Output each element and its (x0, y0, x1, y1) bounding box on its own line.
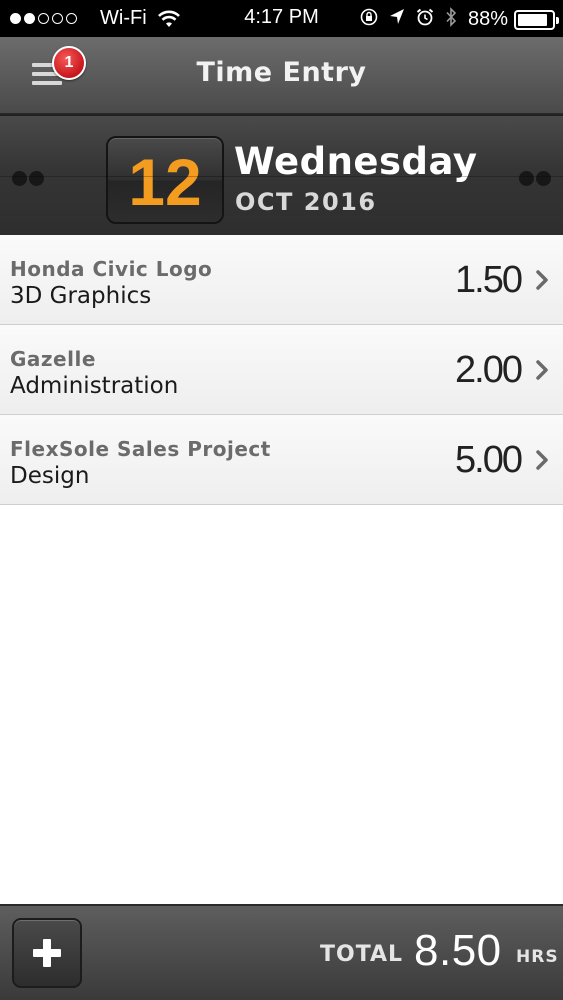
battery-fill (518, 13, 548, 26)
pager-dot (12, 171, 27, 186)
time-entry-list: Honda Civic Logo 3D Graphics 1.50 Gazell… (0, 235, 563, 505)
pager-dot (536, 171, 551, 186)
entry-project: Gazelle (10, 347, 96, 371)
total-hours-value: 8.50 (414, 926, 502, 975)
day-number-box: 12 (106, 136, 224, 224)
total-label: TOTAL (320, 942, 404, 967)
chevron-right-icon (536, 450, 548, 470)
nav-bar: 1 Time Entry (0, 37, 563, 114)
time-entry-row[interactable]: FlexSole Sales Project Design 5.00 (0, 415, 563, 505)
entry-hours: 5.00 (455, 439, 523, 481)
time-entry-row[interactable]: Gazelle Administration 2.00 (0, 325, 563, 415)
date-header[interactable]: 12 Wednesday OCT 2016 (0, 114, 563, 235)
plus-icon (33, 939, 61, 967)
entry-task: Administration (10, 373, 179, 399)
pager-dot (29, 171, 44, 186)
next-day-indicator[interactable] (518, 171, 552, 186)
chevron-right-icon (536, 270, 548, 290)
pager-dot (519, 171, 534, 186)
entry-project: Honda Civic Logo (10, 257, 213, 281)
status-bar: Wi-Fi 4:17 PM 88% (0, 0, 563, 37)
previous-day-indicator[interactable] (11, 171, 45, 186)
bluetooth-icon (445, 7, 457, 32)
page-title: Time Entry (196, 57, 367, 88)
alarm-icon (416, 8, 434, 31)
battery-percent: 88% (467, 8, 508, 30)
time-entry-row[interactable]: Honda Civic Logo 3D Graphics 1.50 (0, 235, 563, 325)
day-number: 12 (128, 145, 202, 219)
weekday-label: Wednesday (234, 140, 478, 183)
entry-project: FlexSole Sales Project (10, 437, 271, 461)
entry-task: 3D Graphics (10, 283, 152, 309)
entry-task: Design (10, 463, 90, 489)
chevron-right-icon (536, 360, 548, 380)
total-unit-label: HRS (516, 947, 559, 967)
location-icon (389, 8, 405, 31)
month-year-label: OCT 2016 (235, 188, 377, 216)
status-right: 88% (360, 7, 559, 32)
footer-toolbar: TOTAL 8.50 HRS (0, 904, 563, 1000)
entry-hours: 1.50 (455, 259, 523, 301)
battery-nub (556, 16, 559, 24)
entry-hours: 2.00 (455, 349, 523, 391)
battery-icon (514, 9, 559, 30)
add-entry-button[interactable] (12, 918, 82, 988)
orientation-lock-icon (360, 8, 378, 31)
